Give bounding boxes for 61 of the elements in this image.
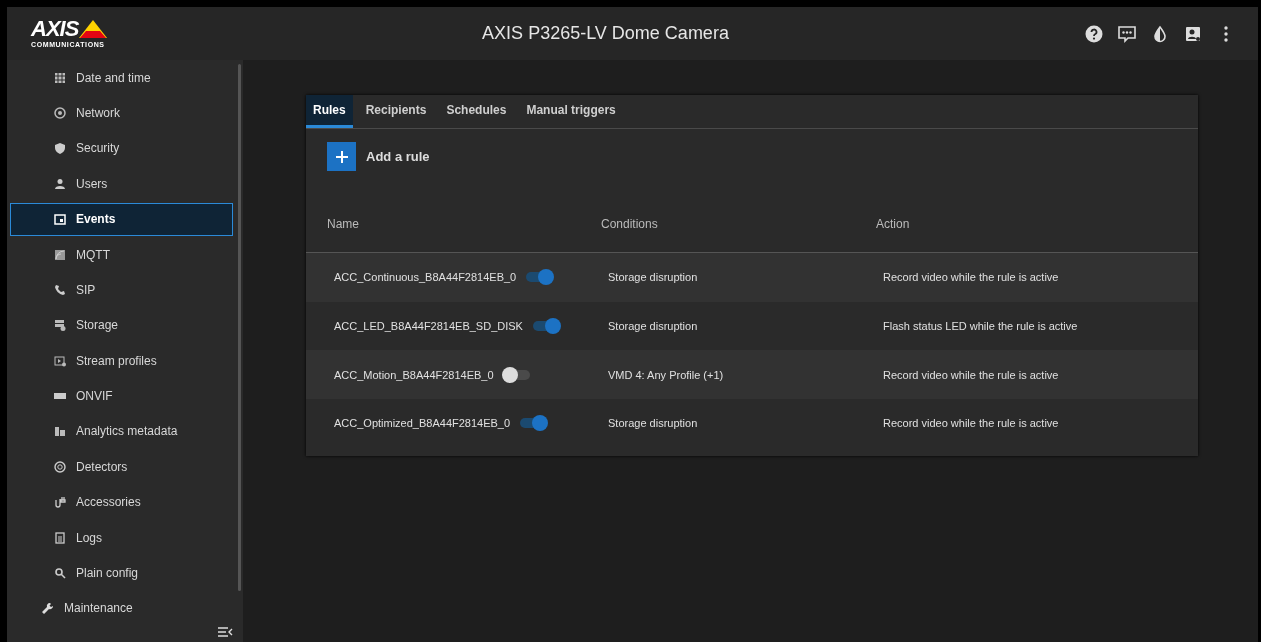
sidebar-item[interactable]: Analytics metadata xyxy=(10,414,233,449)
tab[interactable]: Schedules xyxy=(439,95,514,128)
sidebar-item[interactable]: ONVIF xyxy=(10,379,233,413)
rule-name: ACC_Continuous_B8A44F2814EB_0 xyxy=(334,271,517,284)
scrollbar[interactable] xyxy=(238,64,241,591)
sidebar-item[interactable]: SIP xyxy=(10,273,233,307)
sidebar-item[interactable]: Detectors xyxy=(10,450,233,484)
wrench-icon xyxy=(41,601,54,615)
sidebar-item[interactable]: Users xyxy=(10,167,233,201)
sidebar-item[interactable]: Stream profiles xyxy=(10,344,233,378)
rule-name: ACC_LED_B8A44F2814EB_SD_DISK xyxy=(334,320,523,333)
user-icon xyxy=(54,177,66,190)
toggle-switch[interactable] xyxy=(501,365,532,384)
toggle-switch[interactable] xyxy=(518,414,549,433)
logo-wordmark: AXIS xyxy=(31,19,79,39)
target-icon xyxy=(54,460,66,473)
sidebar-item[interactable]: Accessories xyxy=(10,485,233,519)
globe-icon xyxy=(54,107,66,120)
add-rule-label: Add a rule xyxy=(366,149,430,164)
calendar-grid-icon xyxy=(54,71,66,84)
table-cell-text: Flash status LED while the rule is active xyxy=(882,319,1079,335)
sidebar-item[interactable]: MQTT xyxy=(10,237,233,272)
calendar-icon xyxy=(54,213,66,226)
logo-triangle-icon xyxy=(78,19,109,39)
plug-icon xyxy=(54,496,66,509)
window-title: AXIS P3265-LV Dome Camera xyxy=(481,23,730,44)
sidebar-item[interactable]: Date and time xyxy=(10,61,233,95)
rule-name: ACC_Optimized_B8A44F2814EB_0 xyxy=(334,417,511,430)
sidebar-item[interactable]: Storage xyxy=(10,308,233,342)
help-icon[interactable] xyxy=(1085,24,1103,43)
table-cell-text: Record video while the rule is active xyxy=(882,416,1060,432)
tab[interactable]: Manual triggers xyxy=(519,95,623,128)
phone-icon xyxy=(54,283,66,296)
table-cell-text: Storage disruption xyxy=(607,319,699,335)
contrast-icon[interactable] xyxy=(1151,24,1169,43)
table-cell-text: Storage disruption xyxy=(607,416,699,432)
tab[interactable]: Rules xyxy=(306,95,353,128)
plus-icon xyxy=(335,150,348,163)
storage-icon xyxy=(54,319,66,332)
table-cell: Record video while the rule is active xyxy=(855,253,1198,302)
chat-icon[interactable] xyxy=(1118,24,1136,43)
toggle-switch[interactable] xyxy=(524,268,555,287)
rule-name: ACC_Motion_B8A44F2814EB_0 xyxy=(334,368,494,381)
user-settings-icon[interactable] xyxy=(1184,24,1202,43)
clipboard-icon xyxy=(54,531,66,544)
sidebar-item[interactable]: Events xyxy=(10,202,233,236)
table-cell: Storage disruption xyxy=(580,253,855,302)
collapse-menu-icon[interactable] xyxy=(217,626,233,638)
shield-icon xyxy=(54,142,66,155)
table-cell: Record video while the rule is active xyxy=(855,350,1198,400)
sidebar-item[interactable]: Maintenance xyxy=(10,591,233,625)
signal-icon xyxy=(54,248,66,261)
video-settings-icon xyxy=(54,354,66,367)
table-cell: VMD 4: Any Profile (+1) xyxy=(580,350,855,400)
sidebar-item[interactable]: Logs xyxy=(10,520,233,555)
sidebar-item[interactable]: Plain config xyxy=(10,556,233,590)
add-button[interactable] xyxy=(327,142,356,171)
columns-icon xyxy=(54,425,66,438)
tab[interactable]: Recipients xyxy=(358,95,434,128)
sidebar-item[interactable]: Security xyxy=(10,131,233,166)
sidebar-item[interactable]: Network xyxy=(10,96,233,130)
